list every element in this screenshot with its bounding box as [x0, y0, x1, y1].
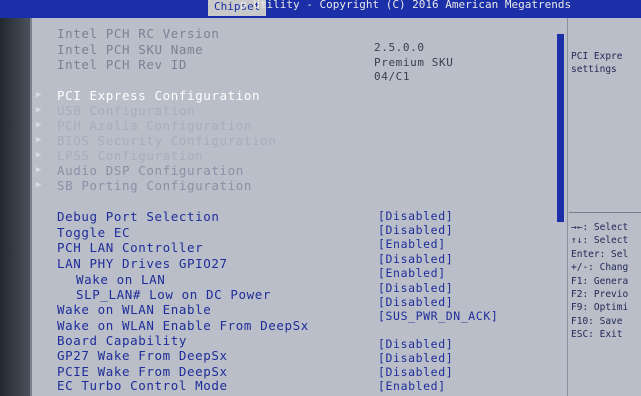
help-description-line2: settings — [571, 64, 617, 75]
info-value-rev-id: 04/C1 — [374, 70, 411, 83]
setting-label-debug-port-selection[interactable]: Debug Port Selection — [57, 209, 220, 224]
submenu-arrow-icon: ▶ — [36, 165, 42, 175]
setting-label-pcie-wake-from-deepsx[interactable]: PCIE Wake From DeepSx — [57, 364, 228, 379]
setting-label-wake-on-lan[interactable]: Wake on LAN — [76, 272, 165, 287]
setting-label-wake-on-wlan-enable-from-deepsx[interactable]: Wake on WLAN Enable From DeepSx — [57, 318, 309, 333]
bios-screen: Chipset p Utility - Copyright (C) 2016 A… — [0, 0, 641, 396]
menu-usb-configuration[interactable]: USB Configuration — [57, 103, 195, 118]
setting-value-pcie-wake-from-deepsx[interactable]: [Disabled] — [378, 365, 453, 379]
setting-value-debug-port-selection[interactable]: [Disabled] — [378, 209, 453, 223]
menu-pci-express-configuration[interactable]: PCI Express Configuration — [57, 88, 260, 103]
setting-label-lan-phy-drives-gpio27[interactable]: LAN PHY Drives GPIO27 — [57, 256, 228, 271]
setting-value-lan-phy-drives-gpio27[interactable]: [Disabled] — [378, 252, 453, 266]
info-label-rev-id: Intel PCH Rev ID — [57, 57, 188, 72]
setting-value-wake-on-wlan-enable-from-deepsx[interactable]: [SUS_PWR_DN_ACK] — [378, 309, 498, 323]
setting-label-board-capability[interactable]: Board Capability — [57, 333, 187, 348]
menu-audio-dsp-configuration[interactable]: Audio DSP Configuration — [57, 163, 244, 178]
setting-label-slp-lan-low-on-dc-power[interactable]: SLP_LAN# Low on DC Power — [76, 287, 271, 302]
setting-value-gp27-wake-from-deepsx[interactable]: [Disabled] — [378, 351, 453, 365]
help-key-change: +/-: Chang — [571, 262, 629, 273]
submenu-arrow-icon: ▶ — [36, 105, 42, 115]
setting-value-board-capability[interactable]: [Disabled] — [378, 337, 453, 351]
setting-label-wake-on-wlan-enable[interactable]: Wake on WLAN Enable — [57, 302, 211, 317]
help-key-f10: F10: Save — [571, 316, 623, 327]
monitor-bezel — [0, 0, 30, 396]
submenu-arrow-icon: ▶ — [36, 135, 42, 145]
scrollbar-thumb[interactable] — [557, 34, 564, 222]
setting-label-toggle-ec[interactable]: Toggle EC — [57, 225, 130, 240]
setting-value-slp-lan-low-on-dc-power[interactable]: [Disabled] — [378, 281, 453, 295]
help-key-select-item: ↑↓: Select — [571, 235, 629, 246]
submenu-arrow-icon: ▶ — [36, 150, 42, 160]
setting-value-wake-on-wlan-enable[interactable]: [Disabled] — [378, 295, 453, 309]
window-title: p Utility - Copyright (C) 2016 American … — [240, 0, 572, 11]
help-key-esc: ESC: Exit — [571, 329, 623, 340]
info-value-rc-version: 2.5.0.0 — [374, 41, 425, 54]
help-key-f9: F9: Optimi — [571, 302, 629, 313]
info-value-sku-name: Premium SKU — [374, 56, 454, 69]
menu-lpss-configuration[interactable]: LPSS Configuration — [57, 148, 203, 163]
submenu-arrow-icon: ▶ — [36, 180, 42, 190]
setting-label-ec-turbo-control-mode[interactable]: EC Turbo Control Mode — [57, 378, 228, 393]
menu-pch-azalia-configuration[interactable]: PCH Azalia Configuration — [57, 118, 252, 133]
menu-sb-porting-configuration[interactable]: SB Porting Configuration — [57, 178, 252, 193]
title-bar: Chipset p Utility - Copyright (C) 2016 A… — [0, 0, 641, 18]
help-divider — [569, 212, 641, 213]
setting-value-toggle-ec[interactable]: [Disabled] — [378, 223, 453, 237]
setting-label-pch-lan-controller[interactable]: PCH LAN Controller — [57, 240, 203, 255]
help-key-enter: Enter: Sel — [571, 249, 629, 260]
setting-value-wake-on-lan[interactable]: [Enabled] — [378, 266, 446, 280]
info-label-rc-version: Intel PCH RC Version — [57, 26, 220, 41]
help-key-select-screen: →←: Select — [571, 222, 629, 233]
help-key-f1: F1: Genera — [571, 276, 629, 287]
setting-value-ec-turbo-control-mode[interactable]: [Enabled] — [378, 379, 446, 393]
help-description-line1: PCI Expre — [571, 51, 623, 62]
help-key-f2: F2: Previo — [571, 289, 629, 300]
menu-bios-security-configuration[interactable]: BIOS Security Configuration — [57, 133, 276, 148]
info-label-sku-name: Intel PCH SKU Name — [57, 42, 204, 57]
setting-label-gp27-wake-from-deepsx[interactable]: GP27 Wake From DeepSx — [57, 348, 228, 363]
setting-value-pch-lan-controller[interactable]: [Enabled] — [378, 237, 446, 251]
submenu-arrow-icon: ▶ — [36, 90, 42, 100]
submenu-arrow-icon: ▶ — [36, 120, 42, 130]
